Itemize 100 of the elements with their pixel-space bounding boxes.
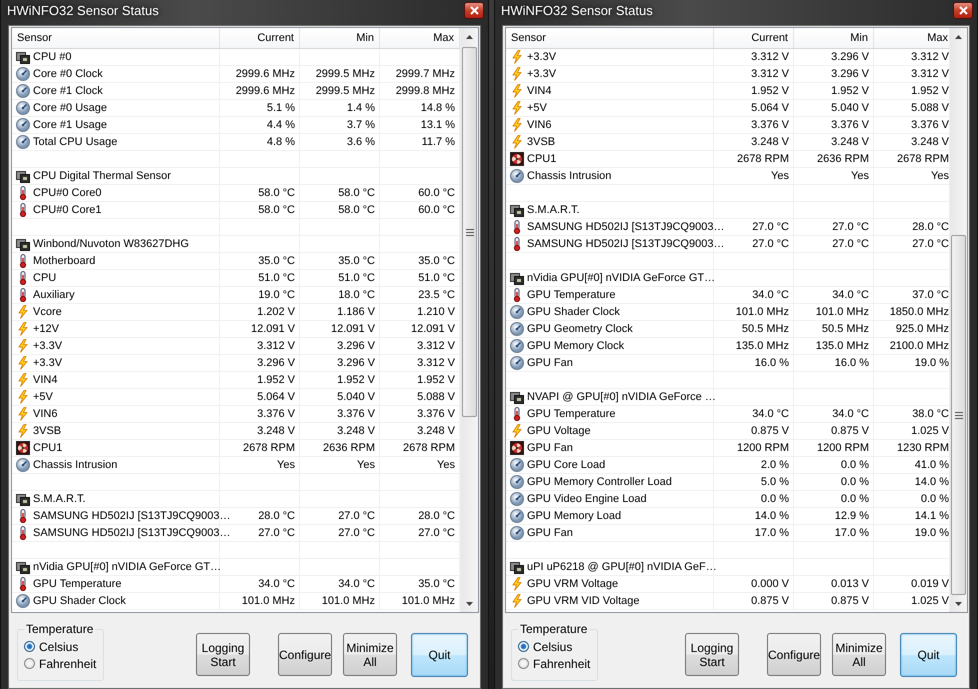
table-cell-text: 27.0 °C [911,237,949,252]
sensor-name: Vcore [33,305,62,320]
column-header[interactable]: Current [714,28,794,48]
scroll-down-icon [466,602,473,606]
action-button[interactable]: Logging Start [685,633,739,676]
table-cell-text: 14.0 % [754,509,790,524]
sensor-name: SAMSUNG HD502IJ [S13TJ9CQ9003… [33,526,230,541]
table-cell-text: 3.248 V [336,424,376,439]
scroll-thumb[interactable] [462,47,477,417]
table-cell-text: 2999.6 MHz [234,84,296,99]
gauge-icon [16,101,30,115]
gauge-icon [510,339,524,353]
table-cell-text: 3.312 V [256,339,296,354]
scroll-up-icon [466,34,473,38]
gauge-icon [510,492,524,506]
sensor-name: GPU Temperature [33,577,122,592]
radio-button[interactable] [24,658,35,669]
scrollbar[interactable] [949,28,967,612]
lightning-icon [510,84,524,98]
table-cell-text: 28.0 °C [417,509,456,524]
column-header[interactable]: Sensor [506,28,714,48]
table-cell-text: 101.0 MHz [400,594,456,609]
table-cell-text: 1230 RPM [896,441,949,456]
table-cell-text: 2999.5 MHz [314,67,376,82]
gauge-icon [16,84,30,98]
sensor-name: GPU Fan [527,526,573,541]
radio-button[interactable] [24,641,35,652]
table-cell-text: 14.0 % [914,475,949,490]
table-cell-text: 5.1 % [266,101,296,116]
gauge-icon [510,526,524,540]
table-cell-text: 1200 RPM [736,441,790,456]
table-cell-text: Yes [930,169,949,184]
action-button[interactable]: Configure [767,633,821,676]
table-cell-text: 2678 RPM [402,441,456,456]
table-cell-text: 37.0 °C [911,288,949,303]
table-cell-text: 19.0 % [914,356,949,371]
action-button[interactable]: Minimize All [832,633,886,676]
sensor-name: +5V [527,101,547,116]
table-cell-text: 0.0 % [840,475,870,490]
action-button[interactable]: Quit [411,633,468,677]
action-button[interactable]: Configure [278,633,332,676]
chip-icon [510,203,524,217]
group-label: S.M.A.R.T. [527,203,580,218]
table-cell-text: 58.0 °C [257,203,296,218]
table-cell-text: 12.9 % [834,509,870,524]
table-cell-text: 12.091 V [330,322,376,337]
table-cell-text: 101.0 MHz [814,305,870,320]
table-cell-text: 1.4 % [346,101,376,116]
table-cell-text: 3.312 V [750,67,790,82]
table-cell-text: 28.0 °C [911,220,949,235]
table-cell-text: 0.875 V [750,594,790,609]
table-cell-text: 3.376 V [830,118,870,133]
window-title: HWiNFO32 Sensor Status [7,3,159,18]
sensor-name: CPU [33,271,56,286]
lightning-icon [510,67,524,81]
radio-button[interactable] [518,658,529,669]
gauge-icon [16,67,30,81]
gauge-icon [16,118,30,132]
close-button[interactable] [464,2,484,19]
scrollbar[interactable] [460,28,478,612]
group-title: Temperature [24,622,96,636]
close-icon [470,6,478,15]
column-header[interactable]: Min [794,28,874,48]
table-cell-text: 14.1 % [914,509,949,524]
table-cell-text: 58.0 °C [257,186,296,201]
chip-icon [16,560,30,574]
table-cell-text: 2678 RPM [736,152,790,167]
column-header[interactable]: Current [220,28,300,48]
lightning-icon [16,424,30,438]
radio-button[interactable] [518,641,529,652]
column-header[interactable]: Sensor [12,28,220,48]
action-button[interactable]: Logging Start [196,633,250,676]
gauge-icon [510,458,524,472]
action-button[interactable]: Minimize All [343,633,397,676]
sensor-name: GPU Core Load [527,458,606,473]
window-title: HWiNFO32 Sensor Status [501,3,653,18]
sensor-name: GPU Video Engine Load [527,492,647,507]
table-cell-text: 3.296 V [830,50,870,65]
column-header[interactable]: Min [300,28,380,48]
radio-label: Celsius [39,640,78,654]
table-cell-text: 2.0 % [760,458,790,473]
table-cell-text: 3.6 % [346,135,376,150]
table-cell-text: 41.0 % [914,458,949,473]
lightning-icon [16,407,30,421]
table-cell-text: 17.0 % [834,526,870,541]
table-cell-text: 58.0 °C [337,186,376,201]
sensor-name: GPU VRM VID Voltage [527,594,640,609]
table-cell-text: 3.296 V [336,356,376,371]
table-cell-text: 3.376 V [416,407,456,422]
table-cell-text: 51.0 °C [257,271,296,286]
action-button[interactable]: Quit [900,633,957,677]
table-cell-text: 51.0 °C [417,271,456,286]
table-cell-text: 11.7 % [420,135,456,150]
scroll-thumb[interactable] [951,235,966,595]
close-button[interactable] [953,2,973,19]
table-cell-text: 17.0 % [754,526,790,541]
sensor-name: GPU Temperature [527,407,616,422]
table-cell-text: 101.0 MHz [734,305,790,320]
sensor-name: Core #0 Clock [33,67,103,82]
table-cell-text: 0.0 % [840,492,870,507]
